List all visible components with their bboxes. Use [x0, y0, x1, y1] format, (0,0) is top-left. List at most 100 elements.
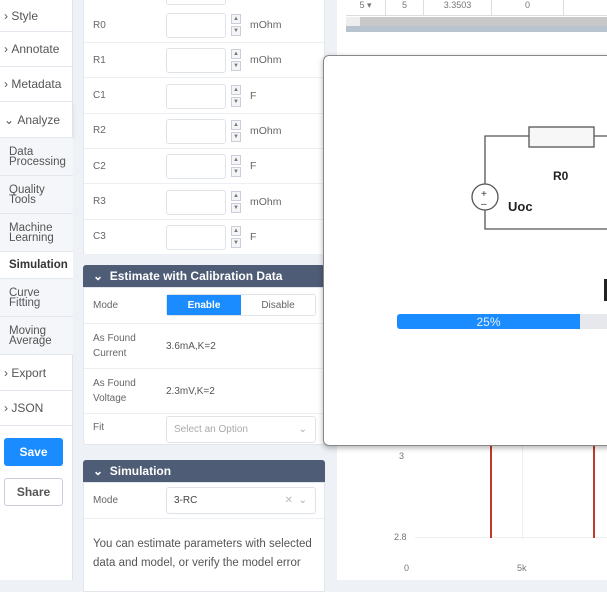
param-input[interactable] [166, 118, 226, 144]
sidebar-subitem-curve-fitting[interactable]: Curve Fitting [0, 279, 73, 317]
row-index: 5 [359, 0, 365, 10]
label: Curve Fitting [9, 286, 41, 309]
step-down-icon[interactable]: ▼ [231, 237, 241, 248]
param-label: R1 [93, 54, 106, 66]
param-stepper[interactable]: ▲ ▼ [231, 14, 241, 36]
param-stepper[interactable]: ▲ ▼ [231, 155, 241, 178]
param-row-c1: C1 ▲ ▼ F [84, 79, 324, 114]
sidebar-subitem-data-processing[interactable]: Data Processing [0, 138, 73, 176]
series-line [490, 440, 492, 538]
simulation-modal: + – R0 Uoc 25% [323, 55, 607, 446]
label: Metadata [11, 77, 62, 91]
current-label: As Found Current [93, 333, 136, 359]
chevron-down-icon: ⌄ [298, 495, 307, 506]
label: Quality Tools [9, 183, 45, 206]
clear-icon[interactable]: ✕ [285, 495, 293, 506]
param-label: C1 [93, 90, 106, 102]
label: JSON [11, 401, 44, 415]
fit-select[interactable]: Select an Option ⌄ [166, 416, 316, 443]
voltage-value: 2.3mV,K=2 [166, 385, 215, 397]
label: Style [11, 8, 39, 23]
simulation-header[interactable]: ⌄ Simulation [83, 460, 325, 482]
step-down-icon[interactable]: ▼ [231, 131, 241, 142]
mode-label: Mode [93, 300, 119, 311]
param-unit: mOhm [250, 124, 282, 137]
param-label: C3 [93, 231, 106, 243]
param-input[interactable] [166, 83, 226, 109]
scrollbar-track [346, 26, 607, 32]
param-unit: mOhm [250, 195, 282, 208]
param-input[interactable] [166, 154, 226, 180]
sidebar-item-json[interactable]: › JSON [0, 391, 73, 426]
param-stepper[interactable]: ▲ ▼ [231, 84, 241, 107]
gridline [522, 440, 523, 540]
param-unit: F [250, 160, 257, 173]
step-down-icon[interactable]: ▼ [231, 96, 241, 107]
param-input[interactable] [166, 0, 226, 5]
table-cell: 0 [492, 0, 564, 15]
step-up-icon[interactable]: ▲ [231, 190, 241, 201]
mode-value: 3-RC [174, 495, 198, 506]
param-unit: F [250, 89, 257, 102]
param-unit: F [250, 230, 257, 243]
param-unit: mOhm [250, 19, 282, 31]
step-down-icon[interactable]: ▼ [231, 26, 241, 36]
label: Moving Average [9, 324, 52, 347]
parameters-panel: R0 ▲ ▼ mOhm R1 ▲ ▼ mOhm C1 ▲ ▼ F R2 ▲ ▼ mOhm… [83, 0, 325, 255]
param-stepper[interactable]: ▲ ▼ [231, 119, 241, 142]
sidebar-item-export[interactable]: › Export [0, 355, 73, 391]
step-up-icon[interactable]: ▲ [231, 14, 241, 24]
share-button[interactable]: Share [4, 478, 63, 506]
table-cell: 3.3503 [424, 0, 492, 15]
voltage-label: As Found Voltage [93, 378, 136, 404]
param-row-c2: C2 ▲ ▼ F [84, 149, 324, 185]
step-down-icon[interactable]: ▼ [231, 167, 241, 178]
step-down-icon[interactable]: ▼ [231, 202, 241, 213]
param-input[interactable] [166, 189, 226, 215]
label: Data Processing [9, 145, 66, 168]
progress-label: 25% [476, 315, 501, 329]
step-up-icon[interactable]: ▲ [231, 225, 241, 236]
disable-button[interactable]: Disable [241, 295, 315, 315]
sidebar-subitem-machine-learning[interactable]: Machine Learning [0, 214, 73, 252]
save-button[interactable]: Save [4, 438, 63, 466]
step-up-icon[interactable]: ▲ [231, 49, 241, 60]
param-row-c3: C3 ▲ ▼ F [84, 220, 324, 255]
sidebar-item-annotate[interactable]: › Annotate [0, 32, 73, 67]
sidebar-item-metadata[interactable]: › Metadata [0, 67, 73, 102]
label: Machine Learning [9, 221, 54, 244]
y-tick: 2.8 [394, 532, 407, 542]
param-input[interactable] [166, 48, 226, 74]
label: Analyze [17, 112, 61, 127]
param-input[interactable] [166, 224, 226, 250]
step-up-icon[interactable]: ▲ [231, 84, 241, 95]
label: Annotate [11, 42, 60, 56]
param-stepper[interactable]: ▲ ▼ [231, 225, 241, 248]
sidebar-item-style[interactable]: › Style [0, 0, 73, 32]
step-down-icon[interactable]: ▼ [231, 61, 241, 72]
sidebar-subitem-simulation[interactable]: Simulation [0, 252, 73, 279]
chevron-down-icon: ⌄ [298, 424, 307, 435]
param-input[interactable] [166, 13, 226, 38]
gridline [415, 537, 607, 538]
param-label: R3 [93, 196, 106, 207]
sidebar-subitem-quality-tools[interactable]: Quality Tools [0, 176, 73, 214]
sidebar-subitem-moving-average[interactable]: Moving Average [0, 317, 73, 355]
simulation-mode-select[interactable]: 3-RC ✕ ⌄ [166, 487, 316, 514]
step-up-icon[interactable]: ▲ [231, 119, 241, 130]
enable-button[interactable]: Enable [167, 295, 241, 315]
param-stepper[interactable]: ▲ ▼ [231, 190, 241, 213]
sidebar: › Style › Annotate › Metadata ⌄ Analyze … [0, 0, 73, 580]
sidebar-item-analyze[interactable]: ⌄ Analyze [0, 102, 73, 138]
calibration-title: Estimate with Calibration Data [109, 269, 283, 283]
fit-placeholder: Select an Option [174, 424, 248, 435]
param-stepper[interactable]: ▲ ▼ [231, 49, 241, 72]
step-up-icon[interactable]: ▲ [231, 155, 241, 166]
calibration-header[interactable]: ⌄ Estimate with Calibration Data [83, 265, 325, 287]
progress-bar: 25% [397, 314, 607, 329]
uoc-label: Uoc [508, 199, 533, 214]
label: Simulation [9, 259, 68, 271]
param-label: R2 [93, 125, 106, 137]
horizontal-scrollbar[interactable] [346, 17, 607, 26]
label: Export [11, 365, 47, 380]
